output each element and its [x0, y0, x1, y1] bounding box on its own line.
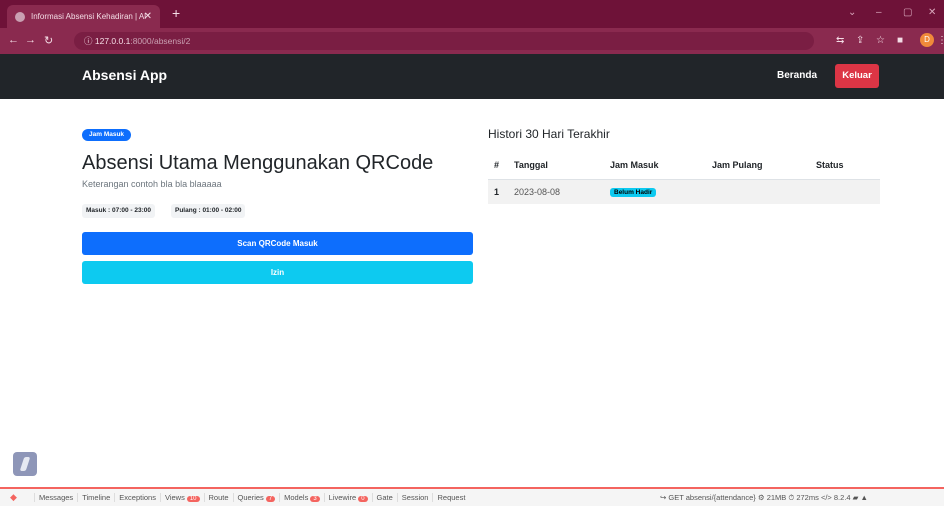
collapse-icon[interactable]: ▲ [861, 493, 868, 502]
debugbar-tab[interactable]: Route [203, 493, 233, 502]
debugbar-tab-label: Models [284, 493, 309, 502]
debugbar-tab-label: Route [208, 493, 229, 502]
debugbar: ◆ Messages Timeline Exceptions Views 10 Route… [0, 487, 944, 506]
jam-masuk-badge: Jam Masuk [82, 129, 132, 141]
livewire-icon[interactable] [13, 452, 37, 476]
debugbar-time: 272ms [796, 493, 819, 502]
nav-beranda-link[interactable]: Beranda [777, 70, 817, 81]
forward-icon[interactable]: → [25, 34, 36, 46]
code-icon: </> [820, 493, 834, 502]
debugbar-count-badge: 7 [265, 496, 276, 502]
close-tab-icon[interactable]: ✕ [144, 5, 152, 28]
cell-tanggal: 2023-08-08 [508, 179, 604, 204]
debugbar-tab-label: Request [437, 493, 466, 502]
debugbar-tab-label: Livewire [328, 493, 357, 502]
reload-icon[interactable]: ↻ [44, 34, 53, 47]
debugbar-php: 8.2.4 [833, 493, 851, 502]
address-bar-row: ← → ↻ ⓘ 127.0.0.1:8000/absensi/2 ⇆ ⇪ ☆ ■… [0, 28, 944, 54]
debugbar-tab[interactable]: Views 10 [159, 493, 204, 502]
browser-tab[interactable]: Informasi Absensi Kehadiran | Al ✕ [7, 5, 160, 28]
back-icon[interactable]: ← [8, 34, 19, 46]
debugbar-tab-label: Timeline [82, 493, 111, 502]
col-header-number: # [488, 152, 508, 180]
tab-title: Informasi Absensi Kehadiran | Al [31, 12, 147, 21]
folder-icon[interactable]: ▰ [853, 493, 861, 502]
translate-icon[interactable]: ⇆ [836, 33, 844, 49]
share-icon[interactable]: ⇪ [856, 33, 864, 49]
restore-icon[interactable]: ▢ [903, 7, 912, 18]
debugbar-tab[interactable]: Gate [371, 493, 397, 502]
debugbar-tab[interactable]: Messages [34, 493, 77, 502]
cell-status [810, 179, 880, 204]
debugbar-tabs: Messages Timeline Exceptions Views 10 Route Qu… [34, 493, 469, 502]
debugbar-tab-label: Session [401, 493, 429, 502]
debugbar-tab[interactable]: Timeline [77, 493, 114, 502]
debugbar-memory: 21MB [766, 493, 787, 502]
scan-qrcode-button[interactable]: Scan QRCode Masuk [82, 232, 473, 255]
debugbar-count-badge: 3 [310, 496, 320, 502]
debugbar-count-badge: 0 [358, 496, 368, 502]
chevron-down-icon[interactable]: ⌄ [848, 7, 856, 18]
debugbar-tab[interactable]: Livewire 0 [323, 493, 372, 502]
brand[interactable]: Absensi App [82, 67, 167, 83]
col-header-jam-pulang: Jam Pulang [706, 152, 810, 180]
history-heading: Histori 30 Hari Terakhir [488, 127, 610, 141]
table-row: 1 2023-08-08 Belum Hadir [488, 179, 880, 204]
bookmark-star-icon[interactable]: ☆ [876, 33, 885, 49]
close-window-icon[interactable]: ✕ [928, 7, 936, 18]
cell-number: 1 [488, 179, 508, 204]
col-header-jam-masuk: Jam Masuk [604, 152, 706, 180]
debugbar-logo-icon[interactable]: ◆ [10, 492, 17, 503]
pulang-time-chip: Pulang : 01:00 - 02:00 [171, 204, 246, 218]
debugbar-tab-label: Views [164, 493, 185, 502]
url-host: 127.0.0.1 [94, 36, 131, 46]
debugbar-stats: ↪ GET absensi/{attendance} ⚙ 21MB ⏱ 272m… [660, 493, 868, 503]
minimize-icon[interactable]: – [876, 7, 882, 18]
izin-button[interactable]: Izin [82, 261, 473, 284]
debugbar-tab-label: Gate [376, 493, 393, 502]
globe-icon [15, 12, 25, 22]
table-header-row: # Tanggal Jam Masuk Jam Pulang Status [488, 152, 880, 180]
debugbar-request[interactable]: GET absensi/{attendance} [668, 493, 755, 502]
debugbar-tab[interactable]: Session [396, 493, 433, 502]
debugbar-tab[interactable]: Models 3 [279, 493, 324, 502]
url-path: :8000/absensi/2 [130, 36, 191, 46]
keluar-button[interactable]: Keluar [835, 64, 879, 88]
debugbar-count-badge: 10 [186, 496, 200, 502]
cell-jam-pulang [706, 179, 810, 204]
debugbar-tab-label: Messages [39, 493, 74, 502]
col-header-tanggal: Tanggal [508, 152, 604, 180]
col-header-status: Status [810, 152, 880, 180]
app-navbar: Absensi App Beranda Keluar [0, 54, 944, 99]
memory-icon: ⚙ [757, 493, 767, 502]
info-icon: ⓘ [84, 36, 95, 46]
browser-tab-strip: Informasi Absensi Kehadiran | Al ✕ + ⌄ –… [0, 0, 944, 28]
debugbar-tab-label: Queries [237, 493, 264, 502]
masuk-time-chip: Masuk : 07:00 - 23:00 [82, 204, 156, 218]
profile-avatar[interactable]: D [920, 33, 934, 47]
sidepanel-icon[interactable]: ■ [897, 33, 903, 49]
menu-icon[interactable]: ⋮ [937, 33, 944, 49]
page-title: Absensi Utama Menggunakan QRCode [82, 152, 434, 174]
new-tab-icon[interactable]: + [172, 5, 180, 21]
url-field[interactable]: ⓘ 127.0.0.1:8000/absensi/2 [74, 32, 814, 50]
page-description: Keterangan contoh bla bla blaaaaa [82, 179, 222, 189]
cell-jam-masuk: Belum Hadir [604, 179, 706, 204]
debugbar-tab[interactable]: Request [432, 493, 469, 502]
debugbar-tab[interactable]: Exceptions [114, 493, 160, 502]
debugbar-tab-label: Exceptions [119, 493, 156, 502]
belum-hadir-badge: Belum Hadir [610, 188, 657, 198]
debugbar-tab[interactable]: Queries 7 [232, 493, 280, 502]
history-table: # Tanggal Jam Masuk Jam Pulang Status 1 … [488, 152, 880, 204]
